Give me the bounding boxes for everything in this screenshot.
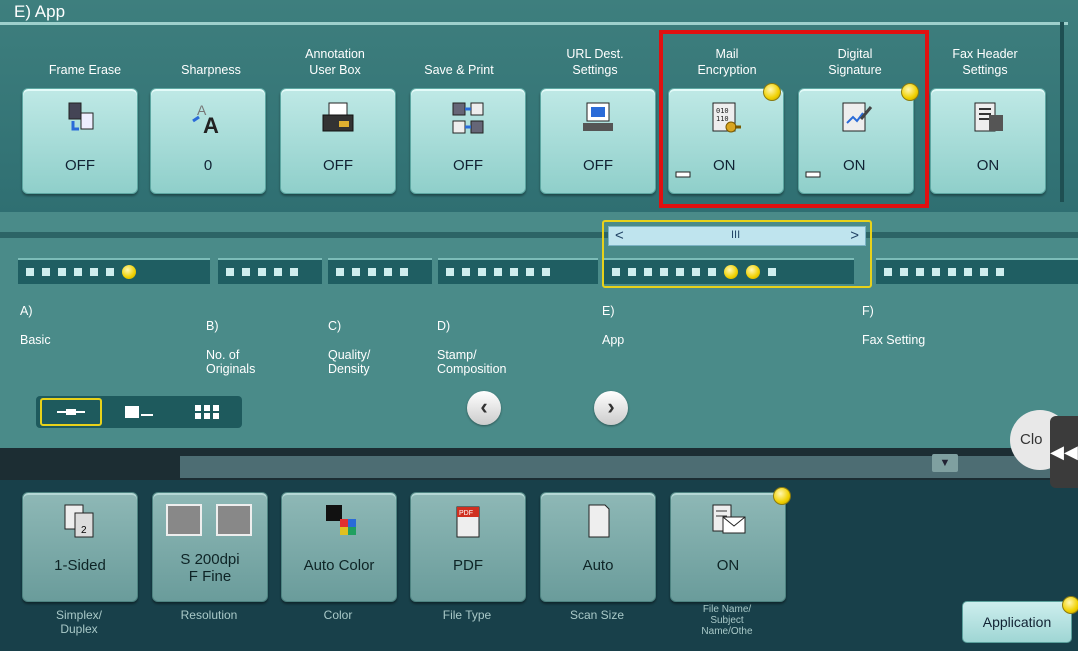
category-letter: E) — [602, 304, 615, 318]
highlight-box — [659, 30, 929, 208]
simplex-icon: 2 — [64, 504, 94, 538]
resolution-icon — [166, 504, 252, 536]
url-dest-settings-button[interactable]: OFF — [540, 88, 656, 194]
simplex-value: 1-Sided — [54, 557, 106, 574]
annotation-user-box-button[interactable]: OFF — [280, 88, 396, 194]
sharpness-value: 0 — [203, 157, 213, 174]
category-bar-basic[interactable] — [18, 258, 210, 284]
scan-size-label: Scan Size — [569, 608, 625, 622]
simplex-label: Simplex/ Duplex — [55, 608, 102, 636]
category-quality[interactable]: C) Quality/ Density — [328, 304, 370, 391]
pdf-icon: PDF — [456, 506, 480, 538]
url-dest-value: OFF — [583, 157, 613, 174]
category-letter: D) — [437, 318, 451, 333]
next-page-button[interactable]: › — [594, 391, 628, 425]
category-name: App — [602, 332, 625, 347]
save-print-value: OFF — [453, 157, 483, 174]
file-name-value: ON — [716, 557, 740, 574]
resolution-button[interactable]: S 200dpi F Fine — [152, 492, 268, 602]
file-name-button[interactable]: ON — [670, 487, 791, 602]
category-app[interactable]: E) App — [602, 304, 624, 347]
category-scrollbar[interactable]: < III > — [608, 226, 866, 246]
indicator-dot-icon — [1062, 596, 1078, 614]
svg-text:A: A — [203, 113, 219, 135]
svg-text:PDF: PDF — [459, 510, 473, 517]
save-print-button[interactable]: OFF — [410, 88, 526, 194]
view-mode-switch — [36, 396, 242, 428]
scroll-thumb[interactable]: III — [731, 229, 740, 241]
view-list-button[interactable] — [108, 398, 170, 426]
color-value: Auto Color — [303, 557, 375, 574]
fax-header-label: Fax Header Settings — [952, 47, 1018, 77]
file-type-button[interactable]: PDF PDF — [410, 492, 526, 602]
scan-size-icon — [588, 504, 610, 538]
file-name-mail-icon — [712, 504, 746, 534]
category-letter: F) — [862, 304, 874, 318]
fax-header-settings-button[interactable]: ON — [930, 88, 1046, 194]
color-label: Color — [323, 608, 353, 622]
summary-header-bar — [180, 456, 1058, 478]
list-view-icon — [125, 406, 153, 418]
resolution-label: Resolution — [180, 608, 238, 622]
category-name: Quality/ Density — [328, 347, 371, 377]
file-type-value: PDF — [453, 557, 483, 574]
save-print-label: Save & Print — [424, 63, 494, 77]
category-basic[interactable]: A) Basic — [20, 304, 51, 347]
url-dest-icon — [583, 102, 613, 131]
url-dest-label: URL Dest. Settings — [566, 47, 624, 77]
category-bar-quality[interactable] — [328, 258, 432, 284]
frame-erase-value: OFF — [65, 157, 95, 174]
scan-size-value: Auto — [582, 557, 614, 574]
grid-view-icon — [195, 405, 219, 419]
single-view-icon — [57, 409, 85, 415]
fax-header-icon — [974, 102, 1003, 132]
category-letter: A) — [20, 304, 33, 318]
indicator-dot-icon — [773, 487, 791, 505]
scan-size-button[interactable]: Auto — [540, 492, 656, 602]
sharpness-icon: A A — [192, 102, 219, 135]
category-bar-fax[interactable] — [876, 258, 1078, 284]
save-print-icon — [452, 102, 484, 134]
prev-page-button[interactable]: ‹ — [467, 391, 501, 425]
category-name: Basic — [20, 332, 51, 347]
frame-erase-label: Frame Erase — [48, 63, 122, 77]
frame-erase-button[interactable]: OFF — [22, 88, 138, 194]
file-type-label: File Type — [442, 608, 492, 622]
view-single-button[interactable] — [40, 398, 102, 426]
frame-erase-icon — [68, 102, 94, 131]
annotation-value: OFF — [323, 157, 353, 174]
file-name-label: File Name/ Subject Name/Othe — [701, 604, 753, 637]
category-name: No. of Originals — [206, 347, 256, 377]
fax-header-value: ON — [976, 157, 1000, 174]
sharpness-button[interactable]: A A 0 — [150, 88, 266, 194]
view-grid-button[interactable] — [176, 398, 238, 426]
sharpness-label: Sharpness — [181, 63, 241, 77]
scroll-right-icon[interactable]: > — [850, 227, 859, 244]
collapse-arrow-icon[interactable]: ▼ — [932, 454, 958, 472]
color-mode-icon — [326, 505, 356, 535]
svg-text:2: 2 — [81, 525, 87, 536]
simplex-duplex-button[interactable]: 2 1-Sided — [22, 492, 138, 602]
category-name: Fax Setting — [862, 332, 926, 347]
panel-title: E) App — [14, 2, 66, 21]
panel-separator — [1060, 22, 1064, 202]
annotation-label: Annotation User Box — [305, 47, 365, 77]
category-bar-originals[interactable] — [218, 258, 322, 284]
category-originals[interactable]: B) No. of Originals — [206, 304, 255, 391]
panel-divider — [0, 22, 1068, 25]
annotation-icon — [322, 102, 354, 132]
category-letter: C) — [328, 318, 342, 333]
side-panel-tab[interactable]: ◀◀ — [1050, 416, 1078, 488]
category-bar-stamp[interactable] — [438, 258, 598, 284]
category-name: Stamp/ Composition — [437, 347, 507, 377]
category-fax[interactable]: F) Fax Setting — [862, 304, 925, 347]
indicator-dot-icon — [122, 265, 136, 279]
category-letter: B) — [206, 318, 219, 333]
category-ribbon — [0, 232, 1078, 238]
scroll-left-icon[interactable]: < — [615, 227, 624, 244]
application-button[interactable]: Application — [962, 601, 1072, 643]
color-button[interactable]: Auto Color — [281, 492, 397, 602]
resolution-value: S 200dpi F Fine — [180, 551, 240, 585]
category-stamp[interactable]: D) Stamp/ Composition — [437, 304, 506, 391]
